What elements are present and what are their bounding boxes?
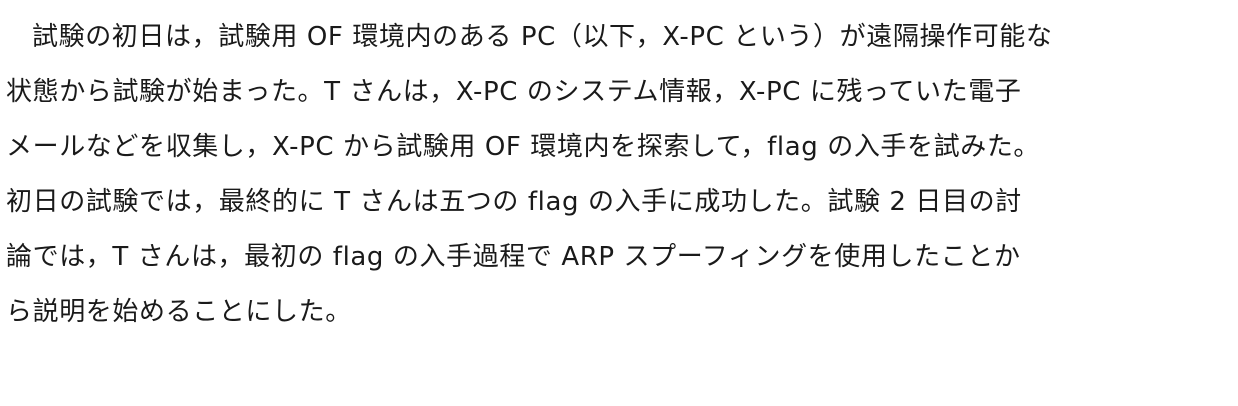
paragraph-line-3: メールなどを収集し，X-PC から試験用 OF 環境内を探索して，flag の入… [6,132,1041,162]
paragraph-line-5: 論では，T さんは，最初の flag の入手過程で ARP スプーフィングを使用… [6,242,1021,272]
paragraph-line-2: 状態から試験が始まった。T さんは，X-PC のシステム情報，X-PC に残って… [6,77,1022,107]
paragraph-line-4: 初日の試験では，最終的に T さんは五つの flag の入手に成功した。試験 2… [6,187,1022,217]
paragraph-line-6: ら説明を始めることにした。 [6,297,352,327]
document-page: 試験の初日は，試験用 OF 環境内のある PC（以下，X-PC という）が遠隔操… [0,0,1238,406]
body-paragraph: 試験の初日は，試験用 OF 環境内のある PC（以下，X-PC という）が遠隔操… [6,10,1218,340]
paragraph-line-1: 試験の初日は，試験用 OF 環境内のある PC（以下，X-PC という）が遠隔操… [32,22,1053,52]
